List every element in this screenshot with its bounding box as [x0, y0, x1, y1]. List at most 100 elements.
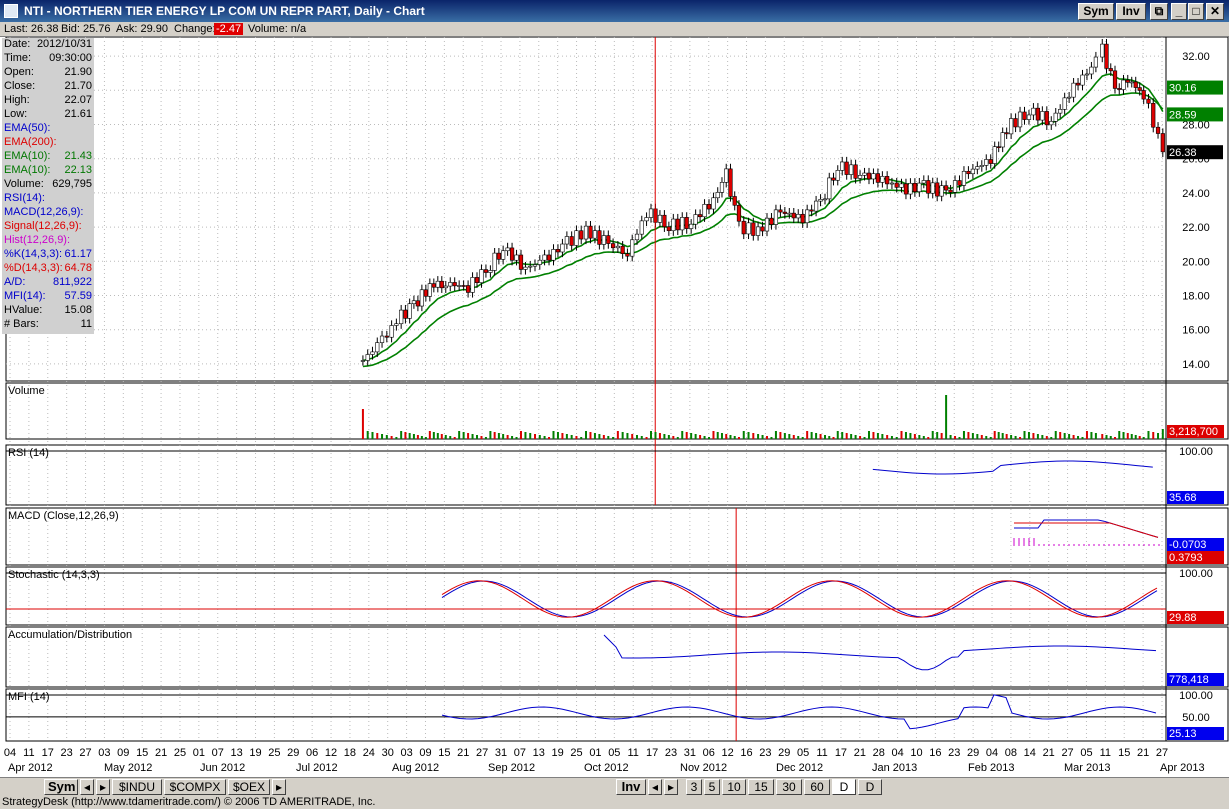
volume-bar: [1126, 433, 1129, 439]
candle-body: [427, 283, 432, 297]
data-panel-row: Close: 21.70: [2, 80, 94, 94]
x-tick-label: 06: [703, 747, 715, 759]
x-tick-label: 19: [552, 747, 564, 759]
data-panel-value: 11: [80, 318, 92, 330]
tab-oex[interactable]: $OEX: [228, 779, 270, 795]
price-tick-label: 22.00: [1182, 222, 1210, 234]
price-marker-label: 26.38: [1169, 147, 1197, 159]
candle-body: [415, 300, 420, 307]
detach-icon[interactable]: ⧉: [1150, 3, 1168, 20]
interval-daily[interactable]: D: [858, 779, 882, 795]
volume-bar: [690, 433, 693, 439]
x-tick-label: 21: [155, 747, 167, 759]
volume-bar: [1081, 437, 1084, 439]
next-arrow-icon[interactable]: ▸: [96, 779, 110, 795]
prev-arrow-icon[interactable]: ◂: [80, 779, 94, 795]
candle-body: [715, 192, 720, 199]
x-tick-label: 01: [589, 747, 601, 759]
data-panel-value: 21.70: [64, 80, 92, 92]
volume-bar: [949, 435, 952, 439]
volume-bar: [985, 436, 988, 439]
volume-bar: [1054, 431, 1057, 439]
volume-bar: [747, 432, 750, 439]
interval-15[interactable]: 15: [748, 779, 774, 795]
volume-bar: [971, 433, 974, 439]
volume-bar: [515, 437, 518, 439]
x-tick-label: 31: [684, 747, 696, 759]
volume-bar: [890, 436, 893, 439]
candle-body: [912, 182, 917, 193]
data-panel-key: Signal(12,26,9):: [4, 220, 82, 232]
volume-bar: [1072, 435, 1075, 439]
interval-10[interactable]: 10: [722, 779, 746, 795]
candle-body: [365, 354, 370, 361]
candle-body: [957, 180, 962, 186]
data-panel-value: 22.07: [64, 94, 92, 106]
month-label: Aug 2012: [392, 762, 439, 774]
price-tick-label: 16.00: [1182, 325, 1210, 337]
sym-tab[interactable]: Sym: [44, 779, 78, 795]
candle-body: [474, 277, 480, 283]
volume-bar: [602, 435, 605, 439]
candle-body: [702, 204, 707, 218]
x-tick-label: 15: [136, 747, 148, 759]
candle-body: [862, 172, 867, 176]
volume-bar: [663, 434, 666, 439]
data-panel-row: EMA(10): 21.43: [2, 150, 94, 164]
inv-next-icon[interactable]: ▸: [664, 779, 678, 795]
volume-bar: [1005, 434, 1008, 439]
volume-bar: [918, 435, 921, 439]
price-chart[interactable]: 04 11 17 23 27 03 09 15 21 25 01 07 13 19 25 29 06 12 18 24…: [0, 36, 1229, 777]
data-panel-key: # Bars:: [4, 318, 39, 330]
x-tick-label: 04: [986, 747, 998, 759]
scroll-right-icon[interactable]: ▸: [272, 779, 286, 795]
inv-prev-icon[interactable]: ◂: [648, 779, 662, 795]
data-panel-value: 2012/10/31: [36, 38, 92, 50]
volume-bar: [381, 434, 384, 439]
volume-bar: [497, 433, 500, 439]
candle-body: [634, 233, 640, 241]
data-panel-value: 21.43: [64, 150, 92, 162]
price-marker-label: 28.59: [1169, 109, 1197, 121]
tab-compx[interactable]: $COMPX: [164, 779, 226, 795]
interval-3[interactable]: 3: [686, 779, 702, 795]
tab-indu[interactable]: $INDU: [112, 779, 162, 795]
minimize-icon[interactable]: _: [1171, 3, 1187, 20]
x-tick-label: 05: [608, 747, 620, 759]
candle-body: [908, 182, 913, 195]
indicator-value-label: 25.13: [1169, 728, 1197, 740]
chart-area[interactable]: 04 11 17 23 27 03 09 15 21 25 01 07 13 19 25 29 06 12 18 24…: [0, 36, 1229, 777]
volume-bar: [904, 432, 907, 439]
candle-body: [1000, 132, 1005, 148]
sym-button[interactable]: Sym: [1078, 3, 1114, 20]
candle-body: [403, 309, 408, 319]
volume-bar: [681, 431, 684, 439]
volume-bar: [412, 434, 415, 439]
interval-60[interactable]: 60: [804, 779, 830, 795]
inv-button[interactable]: Inv: [1116, 3, 1146, 20]
month-label: Jul 2012: [296, 762, 338, 774]
volume-bar: [449, 436, 452, 439]
volume-bar: [770, 437, 773, 439]
interval-5[interactable]: 5: [704, 779, 720, 795]
interval-daily-active[interactable]: D: [832, 779, 856, 795]
maximize-icon[interactable]: □: [1188, 3, 1204, 20]
x-tick-label: 29: [967, 747, 979, 759]
candle-body: [443, 285, 448, 289]
candle-body: [684, 217, 689, 229]
candle-body: [693, 214, 698, 225]
candle-body: [483, 269, 489, 273]
inv-tab[interactable]: Inv: [616, 779, 646, 795]
volume-bar: [467, 433, 470, 439]
data-panel-key: %D(14,3,3):: [4, 262, 63, 274]
volume-bar: [774, 431, 777, 439]
candle-body: [939, 185, 944, 197]
volume-bar: [1050, 437, 1053, 439]
volume-bar: [543, 436, 546, 439]
candle-body: [984, 159, 989, 166]
interval-30[interactable]: 30: [776, 779, 802, 795]
volume-readout: Volume: n/a: [248, 23, 307, 35]
close-icon[interactable]: ✕: [1206, 3, 1224, 20]
candle-body: [711, 197, 716, 210]
volume-bar: [552, 431, 555, 439]
